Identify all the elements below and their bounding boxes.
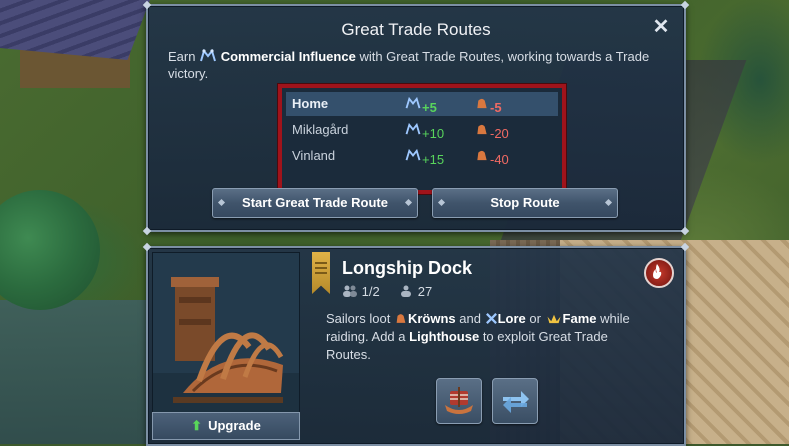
workers-icon [343,285,357,297]
building-stats: 1/2 27 [342,284,436,299]
water-area [0,300,150,444]
route-cost: -5 [474,96,502,115]
rank-banner-icon [312,252,330,294]
building-title: Longship Dock [342,258,472,278]
cost-value: -5 [490,100,502,115]
krowns-term: Kröwns [407,311,456,326]
population-value: 27 [417,284,433,299]
route-row-home[interactable]: Home +5 -5 [286,92,558,116]
desc-prefix: Earn [168,49,196,64]
influence-term: Commercial Influence [220,49,356,64]
lighthouse-term: Lighthouse [409,329,480,344]
fame-term: Fame [562,311,597,326]
button-ornament [217,198,226,207]
influence-icon [405,122,421,135]
cost-value: -20 [490,126,509,141]
route-cost: -20 [474,122,509,141]
upgrade-arrow-icon: ⬆ [191,418,203,433]
desc-text: Sailors loot [326,311,391,326]
stop-route-button[interactable]: Stop Route [432,188,618,218]
start-trade-route-button[interactable]: Start Great Trade Route [212,188,418,218]
influence-value: +5 [422,100,437,115]
cost-value: -40 [490,152,509,167]
route-name: Vinland [292,148,336,163]
fire-icon[interactable] [644,258,674,288]
lore-icon [485,313,497,324]
start-button-label: Start Great Trade Route [242,195,388,210]
swap-icon [503,391,529,413]
krowns-icon [477,98,487,109]
desc-text: or [529,311,541,326]
upgrade-button[interactable]: ⬆ Upgrade [152,412,300,440]
longship-button[interactable] [436,378,482,424]
influence-icon [200,49,217,62]
trade-description: Earn Commercial Influence with Great Tra… [168,48,664,82]
flame-icon [653,264,662,279]
route-name: Home [292,96,329,111]
workers-value: 1/2 [361,284,380,299]
fame-icon [547,314,561,324]
population-icon [401,285,412,297]
route-row-vinland[interactable]: Vinland +15 -40 [286,144,558,168]
route-influence: +15 [404,148,444,167]
route-name: Miklagård [292,122,349,137]
influence-value: +10 [422,126,445,141]
influence-icon [405,148,421,161]
button-ornament [437,198,446,207]
route-influence: +5 [404,96,437,115]
influence-value: +15 [422,152,445,167]
building-description: Sailors loot Kröwns and Lore or Fame whi… [326,310,656,364]
influence-icon [405,96,421,109]
building-portrait [152,252,300,414]
krowns-icon [477,150,487,161]
panel-title: Great Trade Routes [341,20,491,39]
krowns-icon [396,314,406,323]
route-list: Home +5 -5 Miklagård +10 -20 Vinland +15… [278,84,566,194]
button-ornament [604,198,613,207]
longship-dock-image [153,253,299,413]
upgrade-label: Upgrade [208,418,261,433]
building-info-panel: ⬆ Upgrade Longship Dock 1/2 27 Sailors lo… [142,242,690,446]
desc-text: and [459,311,481,326]
close-button[interactable]: ✕ [650,16,672,38]
swap-button[interactable] [492,378,538,424]
button-ornament [404,198,413,207]
stop-button-label: Stop Route [490,195,560,210]
krowns-icon [477,124,487,135]
lore-term: Lore [497,311,526,326]
route-row-miklagard[interactable]: Miklagård +10 -20 [286,118,558,142]
route-cost: -40 [474,148,509,167]
longship-icon [445,387,473,414]
route-influence: +10 [404,122,444,141]
trade-routes-panel: Great Trade Routes ✕ Earn Commercial Inf… [142,0,690,236]
